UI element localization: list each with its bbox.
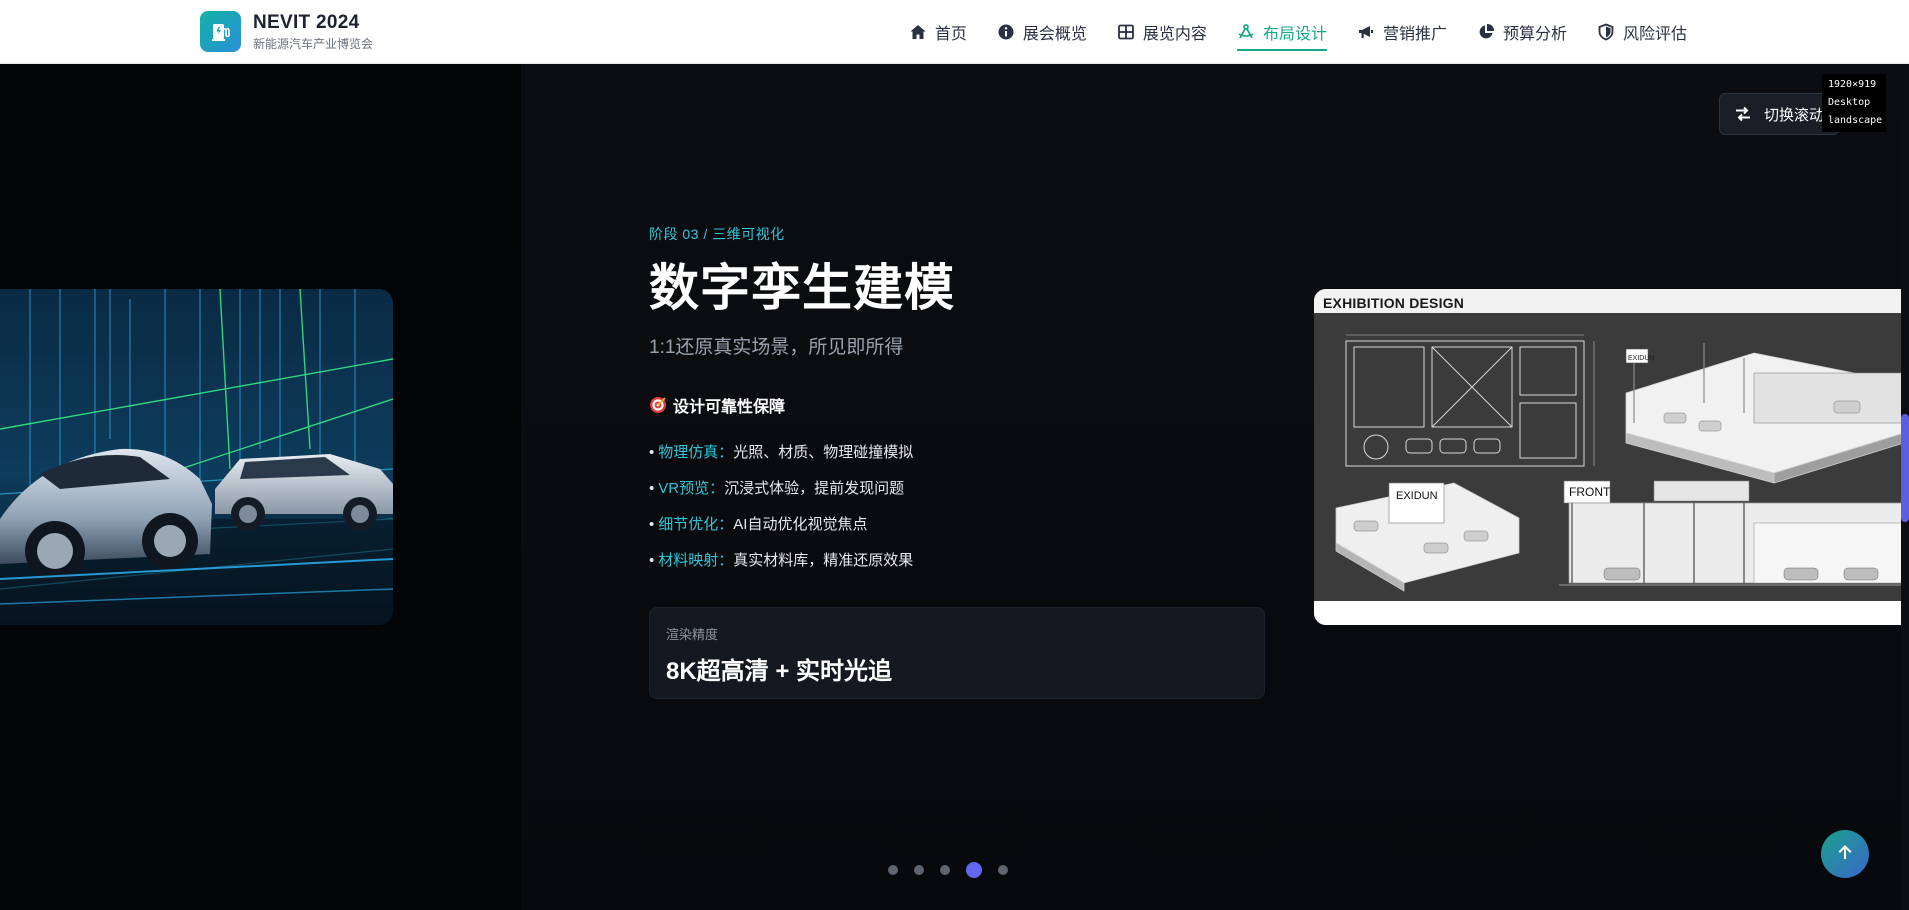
brand-title: NEVIT 2024: [253, 11, 360, 33]
list-item: • 材料映射：真实材料库，精准还原效果: [649, 552, 914, 569]
guarantee-heading: 设计可靠性保障: [649, 393, 1269, 417]
feature-key: VR预览：: [658, 480, 725, 497]
feature-key: 细节优化：: [658, 516, 734, 533]
booth-label-exidun-small: EXIDUN: [1628, 355, 1654, 362]
feature-text: AI自动优化视觉焦点: [733, 516, 868, 533]
nav-item-label: 展会概览: [1022, 26, 1087, 43]
pie-chart-icon: [1477, 23, 1495, 41]
compass-drafting-icon: [1237, 23, 1255, 41]
nav-item-budget[interactable]: 预算分析: [1477, 0, 1567, 64]
nav-item-home[interactable]: 首页: [909, 0, 967, 64]
nav-item-marketing[interactable]: 营销推广: [1357, 0, 1447, 64]
grid-icon: [1117, 23, 1135, 41]
list-item: • 细节优化：AI自动优化视觉焦点: [649, 516, 868, 533]
feature-text: 沉浸式体验，提前发现问题: [724, 480, 905, 497]
swap-arrows-icon: [1734, 105, 1752, 123]
resolution-tag: 1920×919 Desktop landscape: [1822, 74, 1886, 132]
slide-content: 阶段 03 / 三维可视化 数字孪生建模 1:1还原真实场景，所见即所得 设计可…: [649, 224, 1269, 699]
pagination-dot[interactable]: [914, 865, 924, 875]
pagination-dot[interactable]: [940, 865, 950, 875]
feature-text: 光照、材质、物理碰撞模拟: [733, 444, 914, 461]
ev-cars-illustration: [0, 289, 393, 625]
scrollbar-thumb[interactable]: [1901, 414, 1909, 522]
guarantee-title: 设计可靠性保障: [673, 399, 786, 416]
list-item: • VR预览：沉浸式体验，提前发现问题: [649, 480, 905, 497]
slide-title: 数字孪生建模: [649, 260, 955, 316]
pagination-dot[interactable]: [998, 865, 1008, 875]
slide-subtitle: 1:1还原真实场景，所见即所得: [649, 337, 904, 358]
render-spec-card: 渲染精度 8K超高清 + 实时光追: [649, 607, 1265, 699]
megaphone-icon: [1357, 23, 1375, 41]
nav-item-label: 布局设计: [1262, 26, 1327, 43]
feature-key: 物理仿真：: [658, 444, 734, 461]
switch-scroll-mode-button[interactable]: 切换滚动: [1719, 93, 1839, 135]
resolution-orientation: landscape: [1828, 115, 1883, 126]
render-value: 8K超高清 + 实时光追: [666, 658, 893, 685]
arrow-up-icon: [1835, 842, 1855, 867]
pagination-dot[interactable]: [888, 865, 898, 875]
exhibition-design-image: EXHIBITION DESIGN EXIDUN EXIDUN FRONT: [1314, 289, 1909, 625]
nav-item-exhibits[interactable]: 展览内容: [1117, 0, 1207, 64]
pagination-dot-active[interactable]: [966, 862, 982, 878]
slide-stage: 阶段 03 / 三维可视化 数字孪生建模 1:1还原真实场景，所见即所得 设计可…: [0, 64, 1909, 910]
design-image-header: EXHIBITION DESIGN: [1314, 289, 1909, 313]
ev-charger-icon: [200, 11, 241, 52]
nav-item-label: 风险评估: [1622, 26, 1687, 43]
top-header: NEVIT 2024 新能源汽车产业博览会 首页 展会概览 展览内容 布局设计 …: [0, 0, 1909, 64]
list-item: • 物理仿真：光照、材质、物理碰撞模拟: [649, 444, 914, 461]
render-label: 渲染精度: [666, 627, 719, 642]
booth-blueprint-drawing: EXIDUN EXIDUN FRONT: [1314, 313, 1909, 625]
nav-item-overview[interactable]: 展会概览: [997, 0, 1087, 64]
nav-item-label: 预算分析: [1502, 26, 1567, 43]
brand-subtitle: 新能源汽车产业博览会: [253, 36, 374, 51]
home-icon: [909, 23, 927, 41]
slide-pagination: [888, 862, 1024, 878]
back-to-top-button[interactable]: [1821, 830, 1869, 878]
feature-list: • 物理仿真：光照、材质、物理碰撞模拟 • VR预览：沉浸式体验，提前发现问题 • 细…: [649, 435, 1269, 579]
stage-label: 阶段 03 / 三维可视化: [649, 226, 785, 242]
feature-key: 材料映射：: [658, 552, 734, 569]
target-icon: [649, 396, 667, 414]
nav-item-label: 展览内容: [1142, 26, 1207, 43]
booth-label-exidun: EXIDUN: [1396, 490, 1438, 502]
nav-item-risk[interactable]: 风险评估: [1597, 0, 1687, 64]
main-nav: 首页 展会概览 展览内容 布局设计 营销推广 预算分析 风险评估: [909, 0, 1687, 64]
feature-text: 真实材料库，精准还原效果: [733, 552, 914, 569]
nav-item-layout[interactable]: 布局设计: [1236, 0, 1327, 64]
switch-scroll-label: 切换滚动: [1764, 106, 1825, 124]
nav-item-label: 营销推广: [1382, 26, 1447, 43]
shield-icon: [1597, 23, 1615, 41]
brand[interactable]: NEVIT 2024 新能源汽车产业博览会: [200, 11, 373, 52]
booth-label-front: FRONT: [1569, 485, 1611, 499]
resolution-size: 1920×919: [1828, 79, 1877, 90]
nav-item-label: 首页: [934, 26, 967, 43]
info-icon: [997, 23, 1015, 41]
resolution-device: Desktop: [1828, 97, 1871, 108]
